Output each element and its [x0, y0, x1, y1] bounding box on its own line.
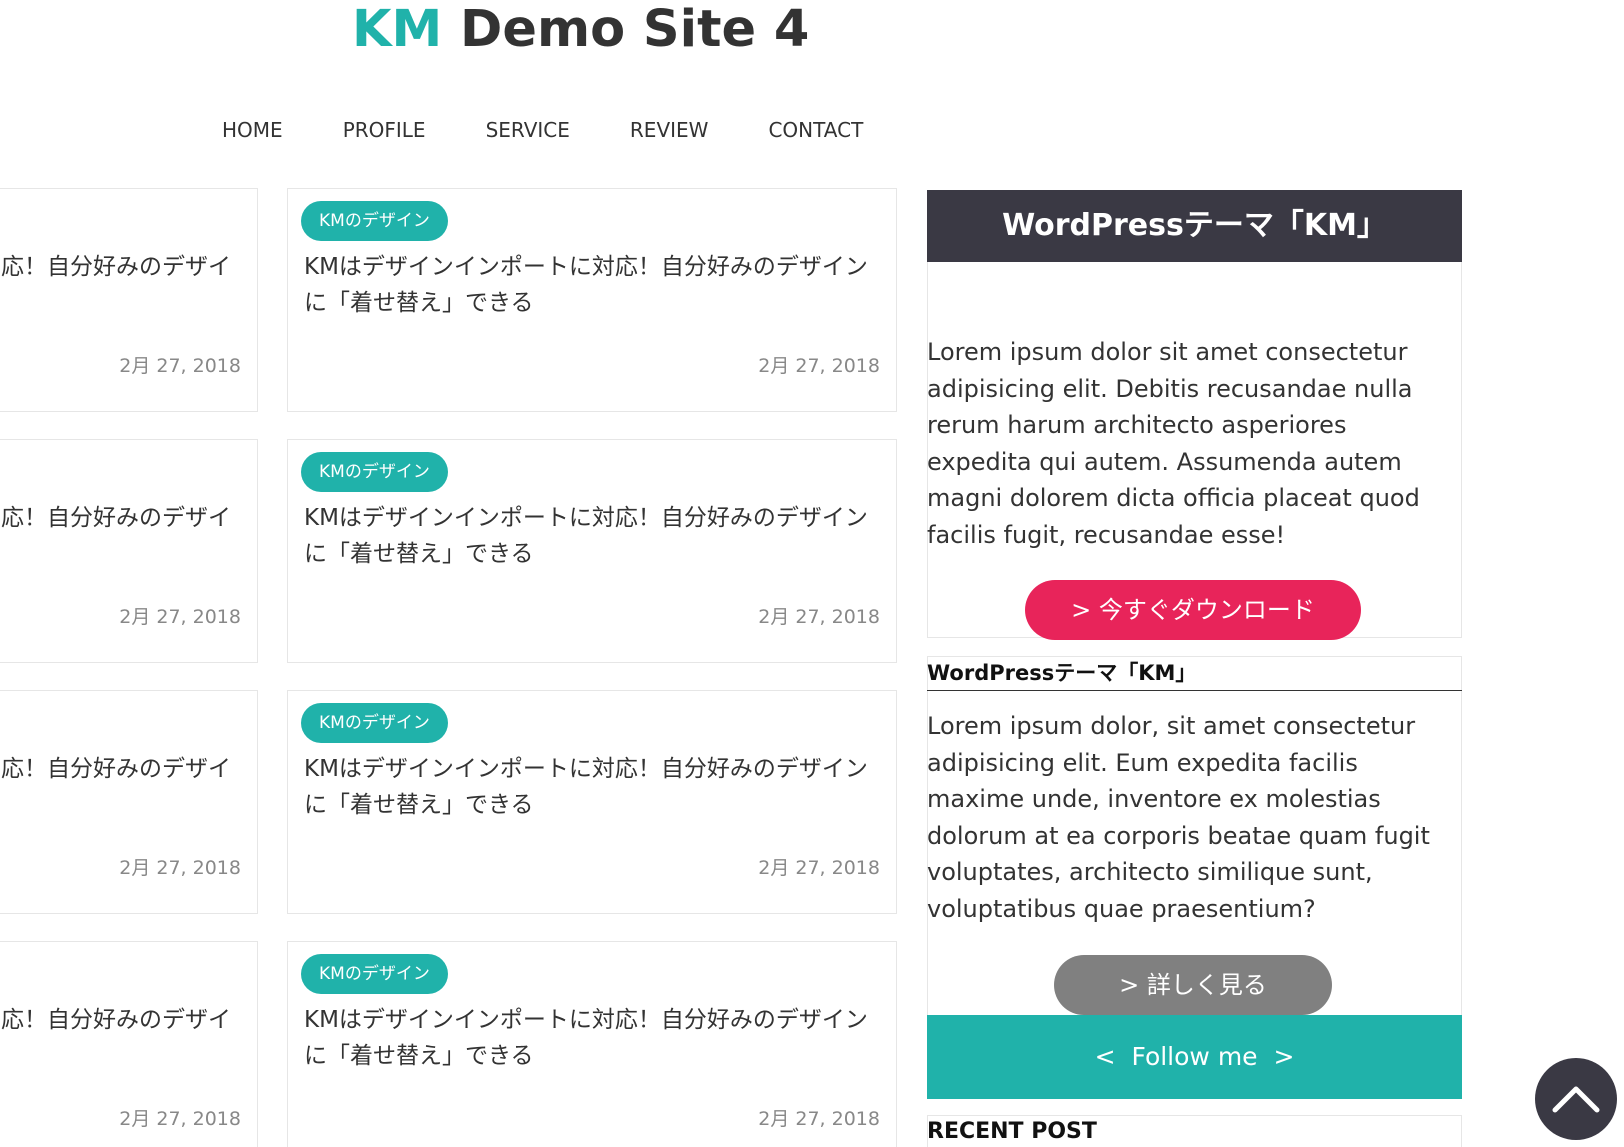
chevron-up-icon [1552, 1086, 1600, 1113]
nav-profile[interactable]: PROFILE [343, 112, 426, 148]
main-nav: HOME PROFILE SERVICE REVIEW CONTACT [222, 112, 923, 148]
post-card-left[interactable]: 応！自分好みのデザイ 2月 27, 2018 [0, 690, 258, 914]
site-title-rest: Demo Site 4 [442, 0, 810, 59]
widget-heading: WordPressテーマ「KM」 [927, 190, 1462, 262]
category-tag[interactable]: KMのデザイン [301, 703, 448, 743]
post-title[interactable]: KMはデザインインポートに対応！自分好みのデザインに「着せ替え」できる [304, 1002, 874, 1074]
post-date: 2月 27, 2018 [758, 355, 880, 377]
post-date: 2月 27, 2018 [758, 857, 880, 879]
category-tag[interactable]: KMのデザイン [301, 201, 448, 241]
site-title[interactable]: KM Demo Site 4 [352, 0, 809, 60]
post-date: 2月 27, 2018 [119, 1108, 241, 1130]
post-title[interactable]: 応！自分好みのデザイ [0, 249, 231, 285]
widget-title: WordPressテーマ「KM」 [927, 656, 1462, 691]
post-date: 2月 27, 2018 [758, 1108, 880, 1130]
post-title[interactable]: KMはデザインインポートに対応！自分好みのデザインに「着せ替え」できる [304, 500, 874, 572]
category-tag[interactable]: KMのデザイン [301, 954, 448, 994]
nav-service[interactable]: SERVICE [486, 112, 570, 148]
post-title[interactable]: 応！自分好みのデザイ [0, 1002, 231, 1038]
recent-posts-title: RECENT POST [927, 1115, 1462, 1147]
post-title[interactable]: KMはデザインインポートに対応！自分好みのデザインに「着せ替え」できる [304, 751, 874, 823]
site-title-accent: KM [352, 0, 443, 59]
post-card[interactable]: KMのデザイン KMはデザインインポートに対応！自分好みのデザインに「着せ替え」… [287, 188, 897, 412]
post-card-left[interactable]: 応！自分好みのデザイ 2月 27, 2018 [0, 188, 258, 412]
nav-contact[interactable]: CONTACT [768, 112, 863, 148]
category-tag[interactable]: KMのデザイン [301, 452, 448, 492]
post-card[interactable]: KMのデザイン KMはデザインインポートに対応！自分好みのデザインに「着せ替え」… [287, 941, 897, 1147]
post-card-left[interactable]: 応！自分好みのデザイ 2月 27, 2018 [0, 941, 258, 1147]
post-card-left[interactable]: 応！自分好みのデザイ 2月 27, 2018 [0, 439, 258, 663]
post-date: 2月 27, 2018 [119, 606, 241, 628]
read-more-button[interactable]: > 詳しく見る [1054, 955, 1332, 1015]
back-to-top-button[interactable] [1535, 1058, 1617, 1140]
download-button[interactable]: > 今すぐダウンロード [1025, 580, 1361, 640]
widget-text: Lorem ipsum dolor sit amet consectetur a… [927, 338, 1420, 549]
post-date: 2月 27, 2018 [758, 606, 880, 628]
post-card[interactable]: KMのデザイン KMはデザインインポートに対応！自分好みのデザインに「着せ替え」… [287, 690, 897, 914]
post-title[interactable]: KMはデザインインポートに対応！自分好みのデザインに「着せ替え」できる [304, 249, 874, 321]
page: KM Demo Site 4 HOME PROFILE SERVICE REVI… [0, 0, 1624, 1147]
nav-review[interactable]: REVIEW [630, 112, 709, 148]
post-title[interactable]: 応！自分好みのデザイ [0, 751, 231, 787]
follow-me-button[interactable]: < Follow me > [927, 1015, 1462, 1099]
nav-home[interactable]: HOME [222, 112, 283, 148]
widget-text: Lorem ipsum dolor, sit amet consectetur … [927, 712, 1430, 923]
post-card[interactable]: KMのデザイン KMはデザインインポートに対応！自分好みのデザインに「着せ替え」… [287, 439, 897, 663]
post-title[interactable]: 応！自分好みのデザイ [0, 500, 231, 536]
post-date: 2月 27, 2018 [119, 857, 241, 879]
post-date: 2月 27, 2018 [119, 355, 241, 377]
